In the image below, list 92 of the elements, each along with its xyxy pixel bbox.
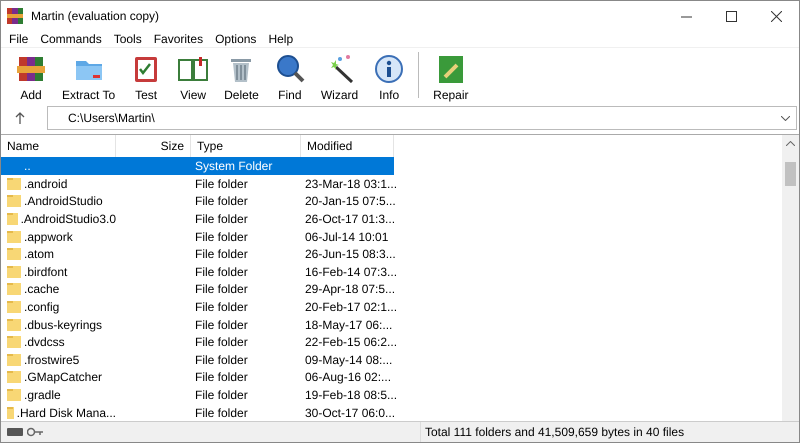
folder-icon: [7, 213, 18, 226]
file-type: File folder: [195, 247, 248, 262]
file-row[interactable]: .atom File folder 26-Jun-15 08:3...: [1, 245, 394, 263]
modified-date: 06-Aug-16 02:...: [305, 370, 392, 384]
file-type: File folder: [195, 300, 248, 314]
file-type: File folder: [195, 212, 248, 226]
file-type: File folder: [195, 282, 248, 296]
file-name: .frostwire5: [24, 352, 80, 367]
file-name: .dbus-keyrings: [24, 318, 102, 332]
modified-date: 26-Oct-17 01:3...: [305, 212, 396, 226]
file-type: File folder: [195, 388, 248, 402]
file-name: .android: [24, 176, 68, 191]
modified-date: 30-Oct-17 06:0...: [305, 406, 396, 420]
file-row[interactable]: .GMapCatcher File folder 06-Aug-16 02:...: [1, 368, 394, 386]
file-name: ..: [24, 159, 31, 174]
file-row[interactable]: .AndroidStudio File folder 20-Jan-15 07:5...: [1, 192, 394, 210]
folder-icon: [7, 195, 21, 208]
file-name: .Hard Disk Mana...: [16, 406, 116, 420]
up-arrow-icon[interactable]: [15, 112, 25, 124]
folder-icon: [7, 318, 21, 331]
scrollbar-thumb[interactable]: [785, 162, 796, 186]
file-type: File folder: [195, 352, 248, 367]
drive-icon[interactable]: [7, 428, 23, 436]
file-name: .gradle: [24, 388, 61, 402]
folder-icon: [7, 371, 21, 384]
folder-icon: [7, 178, 21, 190]
file-row[interactable]: .Hard Disk Mana... File folder 30-Oct-17 06:0...: [1, 404, 394, 422]
file-type: File folder: [195, 176, 248, 191]
toolbar-button[interactable]: Extract To: [62, 53, 116, 102]
file-row[interactable]: .frostwire5 File folder 09-May-14 08:...: [1, 350, 394, 369]
toolbar-button[interactable]: Info: [373, 53, 406, 102]
file-type: File folder: [195, 264, 248, 279]
dropdown-caret-icon: [781, 116, 790, 121]
menu-item[interactable]: Favorites: [148, 32, 210, 46]
toolbar-button[interactable]: Test: [130, 53, 162, 102]
folder-icon: [7, 266, 21, 278]
modified-date: 09-May-14 08:...: [305, 352, 392, 367]
modified-date: 18-May-17 06:...: [305, 318, 392, 332]
file-name: .appwork: [24, 230, 73, 244]
key-icon[interactable]: [27, 427, 43, 438]
file-type: File folder: [195, 318, 248, 332]
file-type: File folder: [195, 230, 248, 244]
folder-icon: [7, 336, 21, 348]
menu-item[interactable]: Commands: [34, 32, 108, 46]
file-type: File folder: [195, 194, 248, 208]
modified-date: 06-Jul-14 10:01: [305, 230, 388, 244]
file-name: .AndroidStudio: [24, 194, 103, 208]
modified-date: 29-Apr-18 07:5...: [305, 282, 396, 296]
folder-icon: [7, 248, 21, 260]
file-type: System Folder: [195, 159, 272, 174]
toolbar-button[interactable]: Add: [15, 53, 47, 102]
file-row[interactable]: .dbus-keyrings File folder 18-May-17 06:...: [1, 316, 394, 334]
info-tool-icon: [373, 53, 406, 86]
file-name: .config: [24, 300, 60, 314]
folder-icon: [7, 406, 14, 419]
file-type: File folder: [195, 335, 248, 350]
menu-item[interactable]: Tools: [108, 32, 148, 46]
modified-date: 26-Jun-15 08:3...: [305, 247, 396, 262]
file-name: .cache: [24, 282, 60, 296]
file-name: .AndroidStudio3.0: [20, 212, 116, 226]
toolbar-button[interactable]: Delete: [224, 53, 259, 102]
window-title: Martin (evaluation copy): [31, 9, 160, 23]
folder-icon: [7, 230, 21, 243]
file-name: .birdfont: [24, 264, 68, 279]
toolbar-button[interactable]: Repair: [433, 53, 469, 102]
menu-item[interactable]: Help: [262, 32, 300, 46]
file-type: File folder: [195, 370, 248, 384]
scrollbar[interactable]: [782, 135, 799, 422]
file-name: .atom: [24, 247, 54, 262]
menu-item[interactable]: File: [3, 32, 34, 46]
maximize-icon: [726, 10, 737, 22]
folder-icon: [7, 300, 21, 313]
file-row[interactable]: .cache File folder 29-Apr-18 07:5...: [1, 280, 394, 298]
file-row[interactable]: .. System Folder: [1, 157, 394, 176]
file-row[interactable]: .appwork File folder 06-Jul-14 10:01: [1, 228, 394, 246]
modified-date: 20-Jan-15 07:5...: [305, 194, 396, 208]
status-text: Total 111 folders and 41,509,659 bytes in 40 files: [425, 425, 684, 440]
folder-icon: [7, 354, 21, 366]
file-type: File folder: [195, 406, 248, 420]
folder-icon: [7, 283, 21, 296]
app-logo-icon: [7, 8, 23, 24]
menu-item[interactable]: Options: [209, 32, 262, 46]
toolbar-button[interactable]: Wizard: [320, 53, 358, 102]
file-name: .GMapCatcher: [24, 370, 102, 384]
folder-icon: [7, 388, 21, 401]
scroll-up-icon: [786, 141, 795, 146]
address-field[interactable]: C:\Users\Martin\: [47, 106, 797, 130]
toolbar-button[interactable]: Find: [274, 53, 306, 102]
file-row[interactable]: .AndroidStudio3.0 File folder 26-Oct-17 01:3...: [1, 210, 394, 228]
toolbar-button[interactable]: View: [177, 53, 210, 102]
close-icon: [771, 10, 782, 22]
file-name: .dvdcss: [24, 335, 65, 350]
